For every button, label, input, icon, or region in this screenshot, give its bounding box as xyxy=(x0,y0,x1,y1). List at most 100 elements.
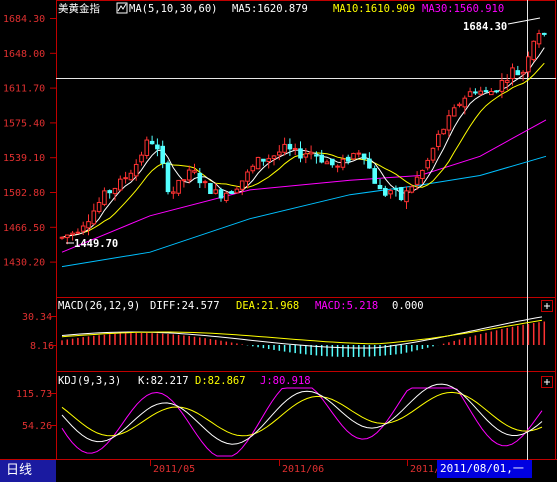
kdj-tick-high: 115.73 xyxy=(16,389,52,400)
candle-body xyxy=(319,154,324,163)
chart-type-icon[interactable] xyxy=(116,2,128,14)
x-label-jul: 2011/ xyxy=(410,464,440,475)
candle-body xyxy=(96,201,102,212)
y-tick-label: 1684.30 xyxy=(3,14,45,25)
candle-body xyxy=(446,115,452,131)
candle-body xyxy=(155,144,160,150)
candle-body xyxy=(181,179,187,182)
kdj-k-value: K:82.217 xyxy=(138,375,189,387)
candle-body xyxy=(457,103,462,107)
candle-body xyxy=(144,139,150,156)
candle-body xyxy=(59,236,65,239)
kdj-expand-icon[interactable] xyxy=(541,376,553,388)
candle-body xyxy=(277,151,282,156)
period-tab-daily[interactable]: 日线 xyxy=(0,460,56,482)
candle-body xyxy=(250,165,256,172)
candle-body xyxy=(367,158,372,169)
x-label-jun: 2011/06 xyxy=(282,464,324,475)
candle-body xyxy=(356,152,362,155)
macd-expand-icon[interactable] xyxy=(541,300,553,312)
kdj-tick-low: 54.26 xyxy=(22,421,52,432)
kdj-d-line xyxy=(61,391,543,437)
candle-body xyxy=(149,140,155,145)
candle-body xyxy=(287,143,293,150)
kdj-j-value: J:80.918 xyxy=(260,375,311,387)
candle-body xyxy=(165,162,171,193)
candle-body xyxy=(192,170,197,173)
macd-tick-high: 30.34 xyxy=(22,312,52,323)
candle-body xyxy=(171,191,176,194)
kdj-d-value: D:82.867 xyxy=(195,375,246,387)
ma30-line xyxy=(61,119,547,253)
macd-histogram xyxy=(61,321,546,357)
candle-body xyxy=(499,80,505,92)
candle-body xyxy=(118,178,123,191)
candle-body xyxy=(202,181,208,184)
candle-body xyxy=(398,187,404,201)
candle-body xyxy=(112,187,118,195)
candle-body xyxy=(377,184,383,190)
candle-body xyxy=(383,187,388,196)
candle-body xyxy=(388,190,393,195)
candle-body xyxy=(483,90,489,93)
candle-body xyxy=(372,168,377,184)
candle-body xyxy=(282,143,287,153)
macd-hist-value: MACD:5.218 xyxy=(315,300,378,312)
macd-extra-value: 0.000 xyxy=(392,300,424,312)
candle-body xyxy=(197,172,203,184)
candle-body xyxy=(133,163,139,177)
candle-body xyxy=(298,148,303,159)
low-price-label: 1449.70 xyxy=(74,238,118,250)
candle-body xyxy=(102,190,107,205)
candle-body xyxy=(361,153,367,160)
candle-body xyxy=(271,155,277,159)
candle-body xyxy=(308,151,314,155)
ma10-value: MA10:1610.909 xyxy=(333,3,415,15)
candle-body xyxy=(107,190,113,194)
macd-dea-value: DEA:21.968 xyxy=(236,300,299,312)
candle-body xyxy=(404,190,409,203)
candle-body xyxy=(520,71,526,75)
candle-body xyxy=(393,187,399,190)
candle-body xyxy=(176,179,181,194)
macd-tick-low: 8.16 xyxy=(30,341,54,352)
candle-body xyxy=(494,90,499,93)
candle-body xyxy=(239,180,245,190)
candle-body xyxy=(208,183,213,195)
candle-body xyxy=(542,32,547,35)
candle-body xyxy=(261,158,266,162)
candle-body xyxy=(526,56,531,73)
main-y-axis: 1684.30 1648.00 1611.70 1575.40 1539.10 1502.… xyxy=(3,14,45,269)
ma5-line xyxy=(61,47,545,238)
candle-body xyxy=(303,153,309,158)
candle-body xyxy=(245,171,250,182)
ma5-value: MA5:1620.879 xyxy=(232,3,308,15)
candle-body xyxy=(504,80,510,83)
candle-body xyxy=(345,156,351,162)
candle-body xyxy=(436,133,441,147)
x-label-may: 2011/05 xyxy=(153,464,195,475)
candle-body xyxy=(91,210,97,225)
candle-body xyxy=(70,232,75,236)
candle-body xyxy=(351,152,356,160)
candle-body xyxy=(80,225,86,232)
kdj-params: KDJ(9,3,3) xyxy=(58,375,121,387)
candle-body xyxy=(224,192,229,201)
candle-body xyxy=(292,147,298,150)
candle-body xyxy=(255,156,261,170)
candle-body xyxy=(139,154,144,163)
candle-body xyxy=(213,189,218,194)
candle-body xyxy=(478,90,483,95)
candle-body xyxy=(75,231,81,234)
candle-body xyxy=(160,145,165,164)
candle-body xyxy=(462,97,468,108)
candle-body xyxy=(414,176,420,185)
kdj-k-line xyxy=(61,383,543,445)
y-tick-label: 1502.80 xyxy=(3,188,45,199)
macd-diff-value: DIFF:24.577 xyxy=(150,300,220,312)
candle-body xyxy=(234,188,240,194)
candle-body xyxy=(451,107,457,117)
y-tick-label: 1539.10 xyxy=(3,153,45,164)
candle-body xyxy=(531,40,537,61)
candle-body xyxy=(425,159,430,169)
